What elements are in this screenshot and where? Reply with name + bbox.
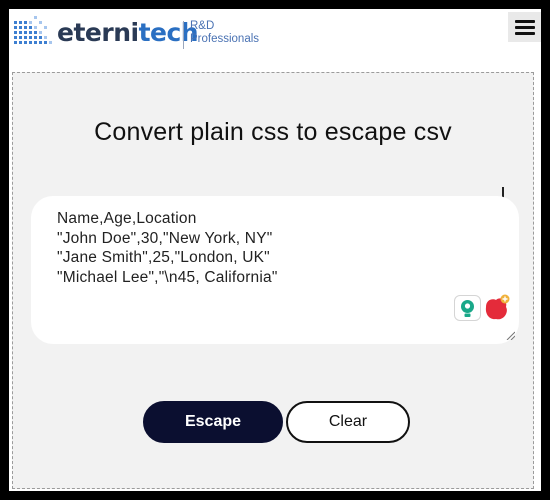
logo-tagline-line1: R&D bbox=[190, 20, 215, 32]
eternitech-logo[interactable]: eternitech R&D Professionals bbox=[12, 15, 262, 51]
logo-tagline-line2: Professionals bbox=[190, 33, 260, 45]
logo-tagline: R&D Professionals bbox=[190, 20, 259, 46]
logo-divider bbox=[183, 21, 184, 49]
lightbulb-icon bbox=[461, 299, 474, 317]
logo-dot-mark-icon bbox=[14, 16, 52, 44]
browser-extension-icon[interactable] bbox=[482, 293, 512, 323]
grammar-assistant-icon[interactable] bbox=[454, 295, 481, 321]
logo-wordmark: eternitech bbox=[57, 18, 199, 48]
css-input-text: Name,Age,Location "John Doe",30,"New Yor… bbox=[57, 210, 278, 286]
clear-button[interactable]: Clear bbox=[286, 401, 410, 443]
logo-word-main: eterni bbox=[57, 18, 139, 47]
page-title: Convert plain css to escape csv bbox=[94, 118, 452, 146]
css-input-textarea[interactable]: Name,Age,Location "John Doe",30,"New Yor… bbox=[31, 196, 519, 344]
resize-handle-icon[interactable] bbox=[506, 331, 515, 340]
page-frame: eternitech R&D Professionals Convert pla… bbox=[9, 9, 541, 491]
escape-button[interactable]: Escape bbox=[143, 401, 283, 443]
site-header: eternitech R&D Professionals bbox=[9, 9, 541, 72]
hamburger-icon-bar bbox=[514, 31, 535, 35]
hamburger-icon-bar bbox=[514, 19, 535, 23]
converter-panel: Convert plain css to escape csv Name,Age… bbox=[12, 72, 534, 489]
hamburger-menu-button[interactable] bbox=[508, 12, 541, 42]
hamburger-icon-bar bbox=[514, 25, 535, 29]
